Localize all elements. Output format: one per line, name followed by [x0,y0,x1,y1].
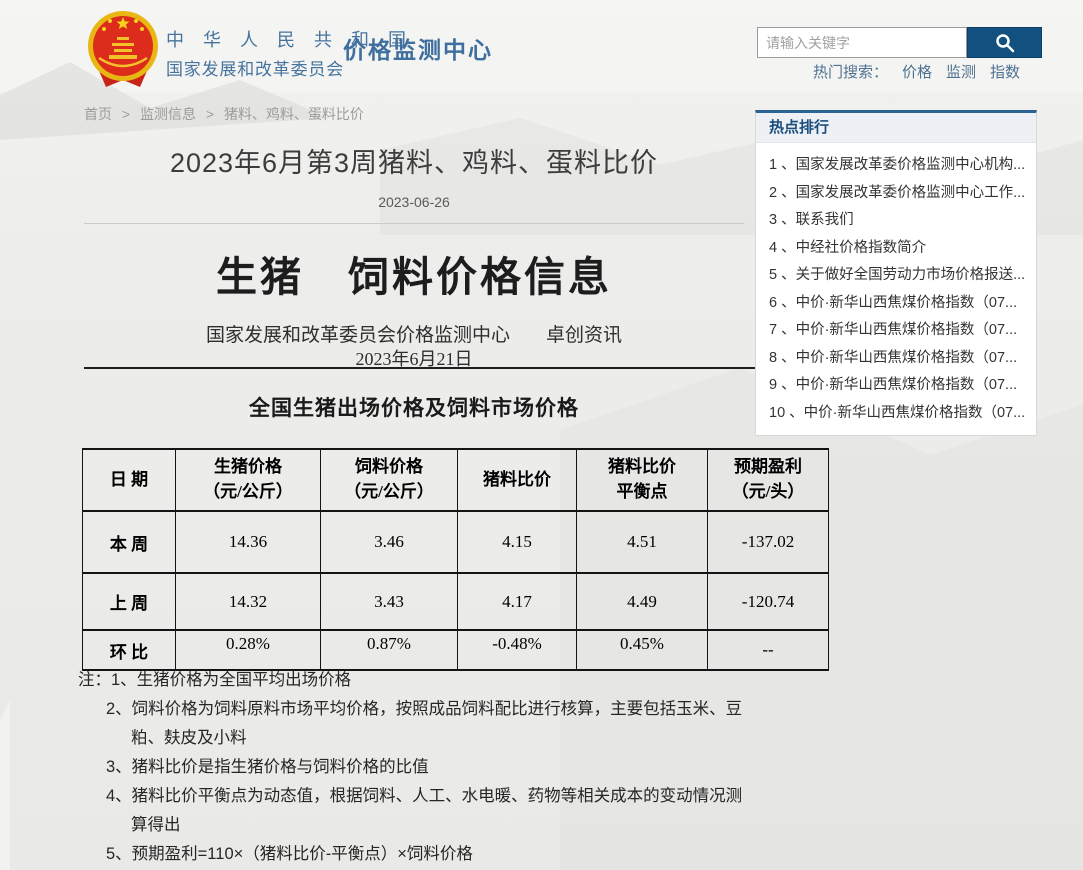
cell-breakeven: 4.49 [577,573,708,630]
table-row-this-week: 本 周 14.36 3.46 4.15 4.51 -137.02 [83,511,829,573]
cell-feed-price: 3.43 [321,573,458,630]
search-button[interactable] [967,27,1042,58]
table-header-pig-price: 生猪价格 （元/公斤） [176,449,321,511]
table-row-last-week: 上 周 14.32 3.43 4.17 4.49 -120.74 [83,573,829,630]
table-row-wow-change: 环 比 0.28% 0.87% -0.48% 0.45% -- [83,630,829,670]
byline-org: 国家发展和改革委员会价格监测中心 [206,325,510,346]
cell-feed-price: 3.46 [321,511,458,573]
hot-ranking-item-6[interactable]: 6 、中价·新华山西焦煤价格指数（07... [769,290,1024,318]
byline-source: 卓创资讯 [546,325,622,346]
cell-pig-price: 0.28% [176,630,321,670]
table-header-row: 日 期 生猪价格 （元/公斤） 饲料价格 （元/公斤） 猪料比价 猪料比价 平衡… [83,449,829,511]
notes-section: 注：1、生猪价格为全国平均出场价格 2、饲料价格为饲料原料市场平均价格，按照成品… [78,666,754,869]
hot-ranking-item-9[interactable]: 9 、中价·新华山西焦煤价格指数（07... [769,372,1024,400]
table-header-date: 日 期 [83,449,176,511]
document-rule [84,367,828,369]
cell-breakeven: 4.51 [577,511,708,573]
magnifier-icon [994,32,1016,54]
cell-profit: -120.74 [708,573,829,630]
page-title: 2023年6月第3周猪料、鸡料、蛋料比价 [84,141,744,180]
note-3: 3、猪料比价是指生猪价格与饲料价格的比值 [106,753,754,782]
hot-ranking-item-5[interactable]: 5 、关于做好全国劳动力市场价格报送... [769,262,1024,290]
national-emblem-icon [86,8,160,90]
hot-ranking-item-8[interactable]: 8 、中价·新华山西焦煤价格指数（07... [769,345,1024,373]
table-header-feed-price: 饲料价格 （元/公斤） [321,449,458,511]
row-label: 上 周 [83,573,176,630]
hot-search-label: 热门搜索： [813,64,888,81]
hot-ranking-list: 1 、国家发展改革委价格监测中心机构... 2 、国家发展改革委价格监测中心工作… [756,143,1036,435]
cell-ratio: 4.15 [458,511,577,573]
breadcrumb-home[interactable]: 首页 [84,106,112,122]
breadcrumb-separator: > [122,106,130,122]
cell-profit: -137.02 [708,511,829,573]
hot-ranking-item-3[interactable]: 3 、联系我们 [769,207,1024,235]
hot-search-term-index[interactable]: 指数 [990,64,1020,81]
hot-search: 热门搜索： 价格监测指数 [813,61,1020,82]
cell-ratio: -0.48% [458,630,577,670]
search-input[interactable] [757,27,967,58]
table-header-breakeven: 猪料比价 平衡点 [577,449,708,511]
breadcrumb-current: 猪料、鸡料、蛋料比价 [224,106,364,122]
note-4: 4、猪料比价平衡点为动态值，根据饲料、人工、水电暖、药物等相关成本的变动情况测算… [106,782,754,840]
cell-pig-price: 14.32 [176,573,321,630]
note-5: 5、预期盈利=110×（猪料比价-平衡点）×饲料价格 [106,840,754,869]
hot-ranking-title: 热点排行 [756,113,1036,143]
hot-ranking-item-2[interactable]: 2 、国家发展改革委价格监测中心工作... [769,180,1024,208]
hot-search-term-monitor[interactable]: 监测 [946,64,976,81]
price-table: 日 期 生猪价格 （元/公斤） 饲料价格 （元/公斤） 猪料比价 猪料比价 平衡… [82,448,829,671]
publish-date: 2023-06-26 [84,194,744,210]
cell-breakeven: 0.45% [577,630,708,670]
hot-ranking-item-7[interactable]: 7 、中价·新华山西焦煤价格指数（07... [769,317,1024,345]
hot-ranking-item-10[interactable]: 10 、中价·新华山西焦煤价格指数（07... [769,400,1024,428]
breadcrumb-separator: > [206,106,214,122]
hot-search-term-price[interactable]: 价格 [902,64,932,81]
document-byline: 国家发展和改革委员会价格监测中心 卓创资讯 [84,320,744,347]
row-label: 环 比 [83,630,176,670]
cell-profit: -- [708,630,829,670]
breadcrumb: 首页 > 监测信息 > 猪料、鸡料、蛋料比价 [84,104,364,124]
row-label: 本 周 [83,511,176,573]
site-name: 价格监测中心 [343,31,493,65]
title-divider [84,223,744,224]
breadcrumb-monitor-info[interactable]: 监测信息 [140,106,196,122]
cell-feed-price: 0.87% [321,630,458,670]
note-2: 2、饲料价格为饲料原料市场平均价格，按照成品饲料配比进行核算，主要包括玉米、豆粕… [106,695,754,753]
search-box [757,27,1042,58]
document-title: 生猪 饲料价格信息 [84,243,744,303]
page: 中 华 人 民 共 和 国 国家发展和改革委员会 价格监测中心 热门搜索：价格监… [0,0,1083,870]
note-1: 注：1、生猪价格为全国平均出场价格 [78,666,754,695]
table-header-ratio: 猪料比价 [458,449,577,511]
hot-ranking-panel: 热点排行 1 、国家发展改革委价格监测中心机构... 2 、国家发展改革委价格监… [755,110,1037,436]
hot-ranking-item-1[interactable]: 1 、国家发展改革委价格监测中心机构... [769,152,1024,180]
cell-ratio: 4.17 [458,573,577,630]
table-header-profit: 预期盈利 （元/头） [708,449,829,511]
section-title: 全国生猪出场价格及饲料市场价格 [84,392,744,422]
cell-pig-price: 14.36 [176,511,321,573]
hot-ranking-item-4[interactable]: 4 、中经社价格指数简介 [769,235,1024,263]
